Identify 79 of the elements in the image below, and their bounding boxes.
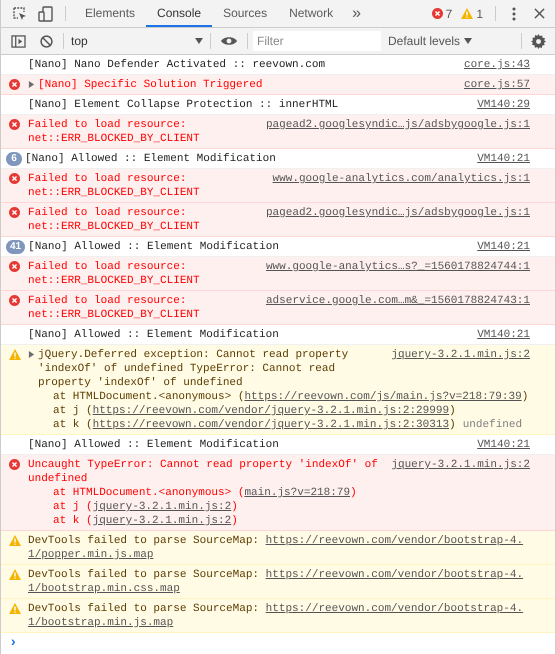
message-text: [Nano] Allowed :: Element Modification [28, 240, 280, 254]
device-toolbar-icon[interactable] [38, 6, 54, 22]
stack-link[interactable]: https://reevown.com/vendor/jquery-3.2.1.min.js:2:30313 [92, 419, 450, 431]
filter-field[interactable]: Filter [253, 31, 381, 51]
error-icon [9, 119, 20, 130]
message-text: [Nano] Element Collapse Protection :: innerHTML [28, 98, 340, 112]
error-count[interactable]: 7 [446, 4, 452, 22]
message-text: [Nano] Specific Solution Triggered [38, 78, 264, 92]
panel-tab[interactable]: Network [278, 0, 344, 27]
error-icon [9, 261, 20, 272]
source-link[interactable]: pagead2.googlesyndic…js/adsbygoogle.js:1 [266, 206, 530, 220]
repeat-count-badge: 41 [6, 240, 26, 254]
source-link[interactable]: pagead2.googlesyndic…js/adsbygoogle.js:1 [266, 118, 530, 132]
stack-trace-line: at k (jquery-3.2.1.min.js:2) [52, 514, 239, 528]
stack-trace-line: at j (jquery-3.2.1.min.js:2) [52, 500, 239, 514]
source-link[interactable]: jquery-3.2.1.min.js:2 [391, 348, 530, 362]
error-icon [9, 295, 20, 306]
settings-icon[interactable] [531, 34, 546, 48]
stack-link[interactable]: https://reevown.com/vendor/jquery-3.2.1.min.js:2:29999 [92, 405, 450, 417]
error-icon [9, 173, 20, 184]
source-link[interactable]: jquery-3.2.1.min.js:2 [391, 458, 530, 472]
stack-link[interactable]: jquery-3.2.1.min.js:2 [92, 515, 232, 527]
error-count-icon [432, 8, 443, 19]
expand-triangle-icon[interactable] [28, 81, 35, 88]
repeat-count-badge: 6 [6, 152, 22, 166]
message-text: Failed to load resource: net::ERR_BLOCKED_BY_CLIENT [28, 172, 201, 200]
stack-link[interactable]: https://reevown.com/js/main.js?v=218:79:39 [244, 391, 522, 403]
stack-trace-line: at HTMLDocument.<anonymous> (https://reevown.com/js/main.js?v=218:79:39) [52, 390, 530, 404]
more-options-icon[interactable] [512, 6, 516, 20]
message-text: Failed to load resource: net::ERR_BLOCKED_BY_CLIENT [28, 206, 201, 234]
warning-count[interactable]: 1 [476, 4, 483, 22]
message-text: [Nano] Allowed :: Element Modification [28, 328, 280, 342]
stack-link[interactable]: main.js?v=218:79 [244, 487, 350, 499]
inspect-element-icon[interactable] [12, 6, 28, 22]
panel-tab[interactable]: Elements [74, 0, 146, 27]
source-link[interactable]: VM140:21 [477, 438, 530, 452]
warning-icon [9, 535, 21, 546]
stack-trace-line: at k (https://reevown.com/vendor/jquery-3.2.1.min.js:2:30313) undefined [52, 418, 524, 432]
message-text: Failed to load resource: net::ERR_BLOCKED_BY_CLIENT [28, 118, 201, 146]
error-icon [9, 79, 20, 90]
source-link[interactable]: core.js:57 [464, 78, 530, 92]
warning-icon [9, 603, 21, 614]
warning-icon [9, 349, 21, 360]
source-link[interactable]: VM140:21 [477, 240, 530, 254]
error-icon [9, 459, 20, 470]
log-levels-dropdown[interactable]: Default levels [388, 32, 472, 50]
source-link[interactable]: VM140:21 [477, 328, 530, 342]
console-prompt[interactable]: › [9, 636, 18, 650]
source-link[interactable]: VM140:21 [477, 152, 530, 166]
warning-icon [9, 569, 21, 580]
source-link[interactable]: VM140:29 [477, 98, 530, 112]
message-text: [Nano] Allowed :: Element Modification [28, 438, 280, 452]
message-text: DevTools failed to parse SourceMap: https://reevown.com/vendor/bootstrap-4.1/bootstrap.min.js.map [28, 602, 524, 630]
more-tabs-button[interactable]: » [344, 0, 370, 27]
source-link[interactable]: core.js:43 [464, 58, 530, 72]
stack-link[interactable]: jquery-3.2.1.min.js:2 [92, 501, 232, 513]
warning-count-icon [461, 8, 474, 19]
sidebar-toggle-icon[interactable] [11, 34, 26, 48]
message-text: [Nano] Allowed :: Element Modification [25, 152, 277, 166]
message-text: Failed to load resource: net::ERR_BLOCKED_BY_CLIENT [28, 294, 201, 322]
message-text: DevTools failed to parse SourceMap: https://reevown.com/vendor/bootstrap-4.1/bootstrap.min.css.map [28, 568, 524, 596]
dropdown-arrow-icon [464, 38, 472, 44]
message-text: DevTools failed to parse SourceMap: https://reevown.com/vendor/bootstrap-4.1/popper.min.js.map [28, 534, 524, 562]
error-icon [9, 207, 20, 218]
clear-console-icon[interactable] [40, 34, 53, 48]
message-text: [Nano] Nano Defender Activated :: reevown.com [28, 58, 326, 72]
panel-tab[interactable]: Sources [212, 0, 278, 27]
source-link[interactable]: www.google-analytics.com/analytics.js:1 [272, 172, 530, 186]
dropdown-arrow-icon [195, 38, 203, 44]
close-icon[interactable] [534, 8, 545, 19]
stack-trace-line: at HTMLDocument.<anonymous> (main.js?v=218:79) [52, 486, 358, 500]
stack-trace-line: at j (https://reevown.com/vendor/jquery-3.2.1.min.js:2:29999) [52, 404, 457, 418]
eye-icon[interactable] [221, 36, 237, 46]
message-text: Failed to load resource: net::ERR_BLOCKED_BY_CLIENT [28, 260, 201, 288]
context-select[interactable]: top [67, 32, 207, 50]
source-link[interactable]: adservice.google.com…m&_=1560178824743:1 [266, 294, 530, 308]
source-link[interactable]: www.google-analytics…s?_=1560178824744:1 [266, 260, 530, 274]
expand-triangle-icon[interactable] [28, 351, 35, 358]
undefined-value: undefined [462, 419, 522, 431]
